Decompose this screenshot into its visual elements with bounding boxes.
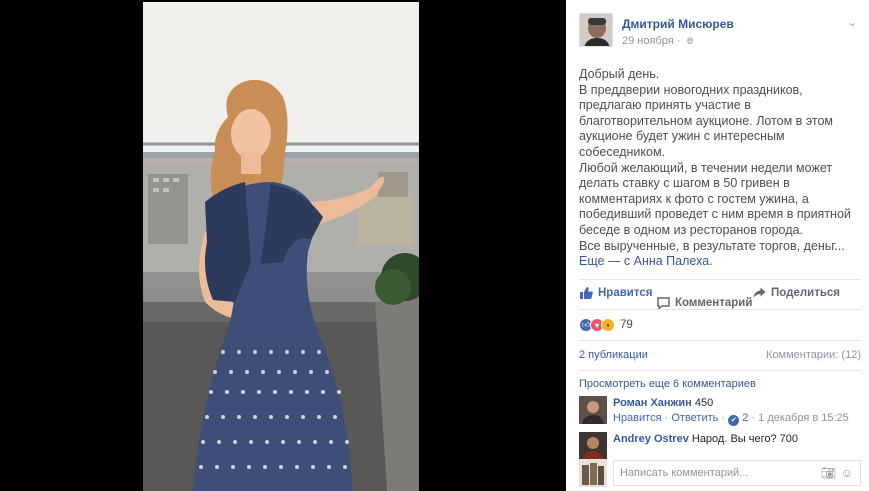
chevron-down-icon[interactable]: ⌄ bbox=[848, 16, 857, 29]
comment-text: 450 bbox=[694, 397, 714, 409]
divider bbox=[579, 340, 861, 341]
divider bbox=[579, 309, 861, 310]
post-panel: Дмитрий Мисюрев 29 ноября · 🌐︎ ⌄ Добрый … bbox=[566, 0, 869, 491]
comment-like-link[interactable]: Нравится bbox=[613, 412, 662, 424]
commenter-avatar-image bbox=[579, 396, 607, 424]
author-name[interactable]: Дмитрий Мисюрев bbox=[622, 17, 734, 31]
share-button[interactable]: Поделиться bbox=[753, 287, 840, 299]
photo-viewer bbox=[0, 0, 566, 491]
like-button[interactable]: Нравится bbox=[580, 287, 652, 299]
author-avatar-image bbox=[580, 14, 612, 46]
with-separator: — с bbox=[604, 254, 634, 269]
commenter-avatar-image bbox=[579, 432, 607, 460]
comments-count[interactable]: Комментарии: (12) bbox=[766, 349, 861, 361]
post-actions: Нравится Комментарий Поделиться bbox=[579, 285, 861, 309]
comment-time[interactable]: 1 декабря в 15:25 bbox=[758, 412, 849, 424]
view-more-comments-link[interactable]: Просмотреть еще 6 комментариев bbox=[579, 378, 756, 390]
comment-likes-count[interactable]: 2 bbox=[742, 412, 748, 424]
post-stats: 2 публикации Комментарии: (12) bbox=[579, 349, 861, 363]
post-paragraph: В преддверии новогодних праздников, пред… bbox=[579, 82, 834, 159]
post-text: Добрый день. В преддверии новогодних пра… bbox=[579, 67, 861, 270]
comment-composer: 📷︎ ☺ bbox=[579, 459, 861, 489]
emoji-icon[interactable]: ☺ bbox=[841, 466, 853, 480]
like-label: Нравится bbox=[598, 287, 653, 299]
commenter-avatar[interactable] bbox=[579, 396, 607, 424]
comment-icon bbox=[657, 297, 670, 309]
post-paragraph: Любой желающий, в течении недели может д… bbox=[579, 160, 851, 237]
post-header: Дмитрий Мисюрев 29 ноября · 🌐︎ ⌄ bbox=[579, 13, 859, 53]
post-paragraph: Добрый день. bbox=[579, 67, 660, 81]
commenter-name[interactable]: Роман Ханжин bbox=[613, 397, 692, 409]
post-meta: 29 ноября · 🌐︎ bbox=[622, 35, 694, 47]
like-icon: ✔ bbox=[728, 415, 740, 426]
tagged-person-link[interactable]: Анна Палеха bbox=[634, 254, 710, 268]
shares-count[interactable]: 2 публикации bbox=[579, 349, 648, 361]
reactions-summary[interactable]: 👍︎ ♥ • 79 bbox=[579, 317, 633, 333]
divider bbox=[579, 370, 861, 371]
post-paragraph: Все вырученные, в результате торгов, ден… bbox=[579, 238, 845, 253]
post-date[interactable]: 29 ноября bbox=[622, 35, 674, 47]
see-more-link[interactable]: Еще bbox=[579, 254, 604, 268]
comment-text: Народ. Вы чего? 700 bbox=[691, 433, 799, 445]
comment-item: Роман Ханжин 450 Нравится · Ответить · ✔… bbox=[579, 396, 861, 428]
author-avatar[interactable] bbox=[579, 13, 613, 47]
comment-label: Комментарий bbox=[675, 297, 753, 309]
camera-icon[interactable]: 📷︎ bbox=[821, 466, 836, 480]
share-label: Поделиться bbox=[771, 287, 841, 299]
share-icon bbox=[753, 287, 766, 298]
reaction-count: 79 bbox=[620, 319, 633, 331]
photo-illustration bbox=[143, 2, 419, 491]
current-user-avatar-image bbox=[579, 459, 607, 487]
comment-reply-link[interactable]: Ответить bbox=[671, 412, 718, 424]
current-user-avatar bbox=[579, 459, 607, 487]
commenter-name[interactable]: Andrey Ostrev bbox=[613, 433, 689, 445]
tagged-end: . bbox=[709, 254, 713, 269]
divider bbox=[579, 279, 861, 280]
globe-icon: 🌐︎ bbox=[686, 36, 694, 46]
post-photo[interactable] bbox=[143, 2, 419, 491]
thumbs-up-icon bbox=[580, 287, 593, 299]
wow-icon: • bbox=[601, 318, 615, 332]
commenter-avatar[interactable] bbox=[579, 432, 607, 460]
